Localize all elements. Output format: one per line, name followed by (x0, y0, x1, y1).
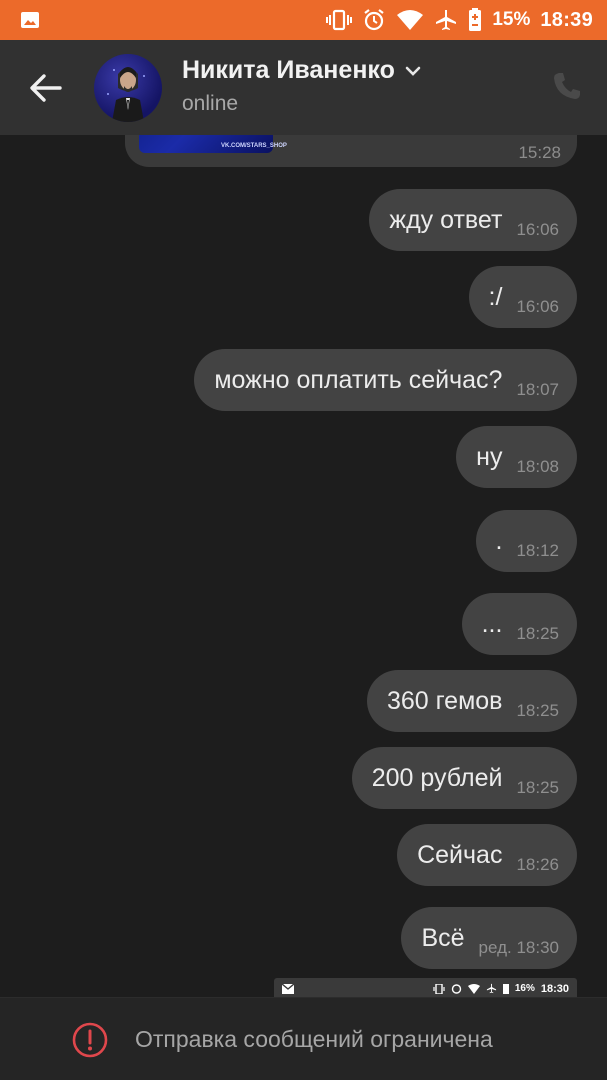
message-text: 200 рублей (371, 763, 503, 792)
attached-image[interactable]: VK.COM/STARS_SHOP (139, 135, 287, 153)
image-notification-icon (21, 12, 39, 28)
vibrate-icon (433, 983, 445, 994)
mini-battery-percent: 16% (514, 983, 535, 994)
message-bubble[interactable]: :/ 16:06 (468, 266, 577, 328)
message-text: . (495, 526, 503, 555)
message-bubble[interactable]: Сейчас 18:26 (397, 824, 577, 886)
message-time: 18:25 (516, 701, 559, 720)
alarm-icon (364, 9, 384, 31)
message-text: Всё (421, 923, 465, 952)
contact-avatar[interactable] (94, 54, 162, 122)
message-bubble[interactable]: можно оплатить сейчас? 18:07 (194, 349, 577, 411)
message-text: :/ (488, 282, 503, 311)
message-list[interactable]: VK.COM/STARS_SHOP 15:28 жду ответ 16:06 … (0, 135, 607, 997)
message-bubble[interactable]: 360 гемов 18:25 (366, 670, 577, 732)
mini-clock: 18:30 (540, 982, 569, 995)
status-bar: 15% 18:39 (0, 0, 607, 40)
message-text: жду ответ (389, 205, 503, 234)
alarm-icon (451, 984, 462, 994)
message-time: 18:26 (516, 855, 559, 874)
message-time: 16:06 (516, 297, 559, 316)
battery-icon (502, 984, 509, 994)
attached-screenshot-preview[interactable]: 16% 18:30 (274, 978, 577, 997)
contact-status: online (182, 92, 239, 115)
message-time: ред. 18:30 (478, 938, 559, 957)
message-bubble[interactable]: 200 рублей 18:25 (351, 747, 577, 809)
avatar-illustration (107, 67, 145, 122)
restriction-bar: Отправка сообщений ограничена (0, 997, 607, 1080)
message-bubble[interactable]: ... 18:25 (461, 593, 577, 655)
message-time: 18:12 (516, 541, 559, 560)
message-text: ... (481, 609, 503, 638)
contact-name[interactable]: Никита Иваненко (182, 56, 395, 85)
message-bubble[interactable]: жду ответ 16:06 (369, 189, 577, 251)
restriction-notice: Отправка сообщений ограничена (135, 1026, 493, 1052)
message-text: ну (476, 442, 503, 471)
message-time: 16:06 (516, 220, 559, 239)
chevron-down-icon[interactable] (403, 61, 423, 81)
message-text: можно оплатить сейчас? (214, 365, 503, 394)
message-bubble[interactable]: ну 18:08 (456, 426, 577, 488)
clock: 18:39 (540, 8, 593, 31)
airplane-icon (486, 983, 496, 994)
message-time: 18:25 (516, 778, 559, 797)
message-text: Сейчас (417, 840, 503, 869)
message-time: 18:08 (516, 457, 559, 476)
chat-header: Никита Иваненко online (0, 40, 607, 135)
message-text: 360 гемов (386, 686, 503, 715)
airplane-icon (436, 10, 457, 30)
wifi-icon (467, 983, 480, 994)
mail-icon (282, 983, 294, 994)
back-arrow-icon[interactable] (26, 70, 66, 106)
battery-percent: 15% (492, 9, 531, 30)
battery-icon (469, 8, 482, 31)
message-time: 15:28 (518, 143, 561, 162)
message-time: 18:07 (516, 380, 559, 399)
phone-call-icon[interactable] (551, 70, 583, 102)
warning-icon (72, 1022, 108, 1058)
message-bubble[interactable]: Всё ред. 18:30 (401, 907, 577, 969)
wifi-icon (397, 10, 424, 30)
message-bubble[interactable]: . 18:12 (475, 510, 577, 572)
vibrate-icon (326, 9, 353, 31)
image-caption: VK.COM/STARS_SHOP (221, 143, 287, 149)
previous-message-bubble[interactable]: VK.COM/STARS_SHOP 15:28 (125, 135, 577, 167)
message-time: 18:25 (516, 624, 559, 643)
